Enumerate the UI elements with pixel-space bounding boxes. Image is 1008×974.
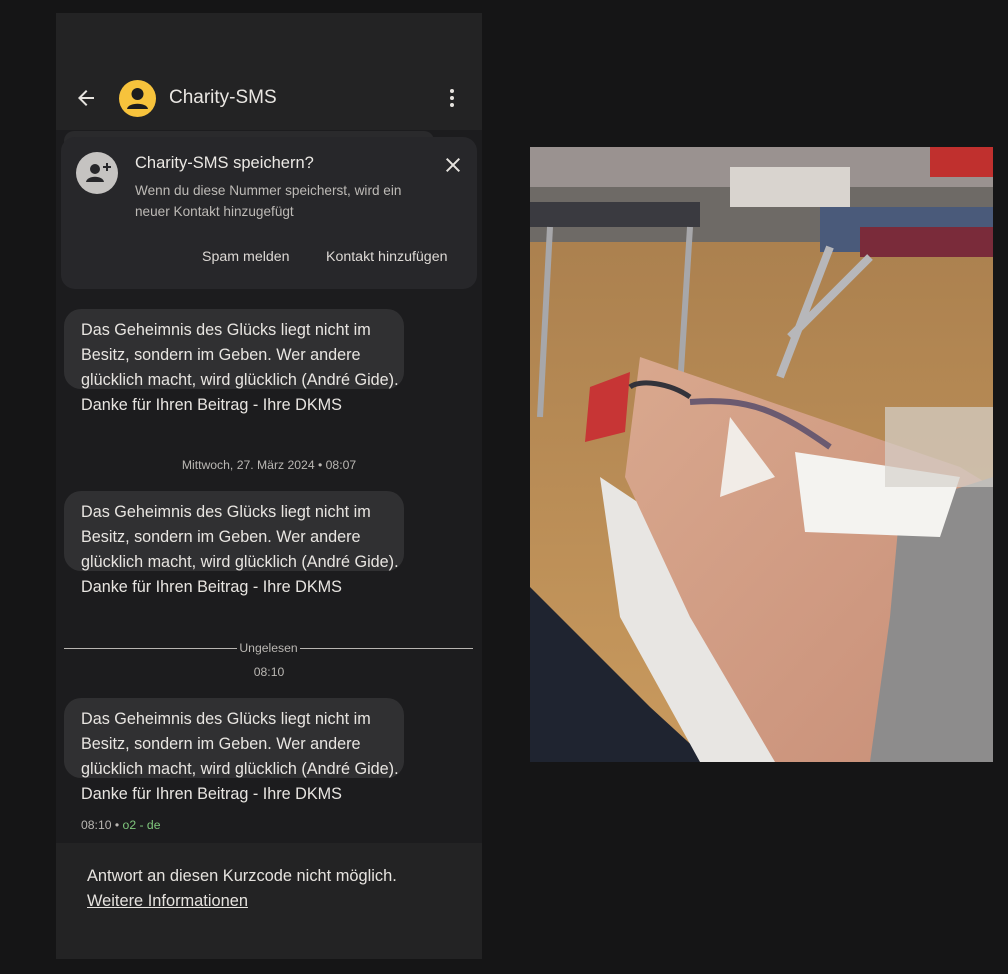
add-contact-button[interactable]: Kontakt hinzufügen xyxy=(326,249,447,265)
meta-separator: • xyxy=(111,818,123,832)
avatar[interactable] xyxy=(119,80,156,117)
unread-label: Ungelesen xyxy=(239,641,298,655)
more-vert-icon xyxy=(450,89,454,107)
message-bubble[interactable]: Das Geheimnis des Glücks liegt nicht im … xyxy=(64,698,404,803)
unread-time: 08:10 xyxy=(253,665,285,679)
reply-footer: Antwort an diesen Kurzcode nicht möglich… xyxy=(56,843,482,959)
message-line: Besitz, sondern im Geben. Wer andere xyxy=(81,346,361,364)
report-spam-button[interactable]: Spam melden xyxy=(202,249,290,265)
more-options-button[interactable] xyxy=(440,86,464,110)
message-line: Das Geheimnis des Glücks liegt nicht im xyxy=(81,710,371,728)
app-bar: Charity-SMS xyxy=(56,13,482,130)
save-contact-banner: Charity-SMS speichern? Wenn du diese Num… xyxy=(61,137,477,289)
blood-donation-photo xyxy=(530,147,993,762)
message-line: Das Geheimnis des Glücks liegt nicht im xyxy=(81,321,371,339)
message-line: Besitz, sondern im Geben. Wer andere xyxy=(81,528,361,546)
message-line: Besitz, sondern im Geben. Wer andere xyxy=(81,735,361,753)
add-contact-avatar xyxy=(76,152,118,194)
message-meta: 08:10 • o2 - de xyxy=(81,818,161,832)
message-line: Das Geheimnis des Glücks liegt nicht im xyxy=(81,503,371,521)
banner-title: Charity-SMS speichern? xyxy=(135,154,314,172)
date-separator: Mittwoch, 27. März 2024 • 08:07 xyxy=(181,458,357,472)
message-line: glücklich macht, wird glücklich (André G… xyxy=(81,553,399,571)
contact-name[interactable]: Charity-SMS xyxy=(169,87,277,109)
attached-photo[interactable] xyxy=(530,147,993,762)
carrier-label: o2 - de xyxy=(122,818,161,832)
message-line: Danke für Ihren Beitrag - Ihre DKMS xyxy=(81,785,342,803)
message-line: glücklich macht, wird glücklich (André G… xyxy=(81,371,399,389)
message-line: Danke für Ihren Beitrag - Ihre DKMS xyxy=(81,578,342,596)
message-bubble[interactable]: Das Geheimnis des Glücks liegt nicht im … xyxy=(64,491,404,596)
unread-divider: Ungelesen xyxy=(64,640,473,656)
person-add-icon xyxy=(86,163,111,182)
message-line: Danke für Ihren Beitrag - Ihre DKMS xyxy=(81,396,342,414)
divider-line xyxy=(64,647,238,649)
no-reply-notice: Antwort an diesen Kurzcode nicht möglich… xyxy=(87,867,397,885)
banner-description: Wenn du diese Nummer speicherst, wird ei… xyxy=(135,183,402,219)
message-time: 08:10 xyxy=(81,818,112,832)
person-icon xyxy=(127,88,148,109)
message-line: glücklich macht, wird glücklich (André G… xyxy=(81,760,399,778)
divider-line xyxy=(299,647,473,649)
arrow-back-icon xyxy=(78,90,94,106)
messages-screen: Charity-SMS Charity-SMS speichern? Wenn … xyxy=(56,13,482,959)
close-icon xyxy=(446,158,460,172)
message-bubble[interactable]: Das Geheimnis des Glücks liegt nicht im … xyxy=(64,309,404,414)
banner-close-button[interactable] xyxy=(441,153,465,177)
more-info-link[interactable]: Weitere Informationen xyxy=(87,892,248,911)
back-button[interactable] xyxy=(74,86,98,110)
